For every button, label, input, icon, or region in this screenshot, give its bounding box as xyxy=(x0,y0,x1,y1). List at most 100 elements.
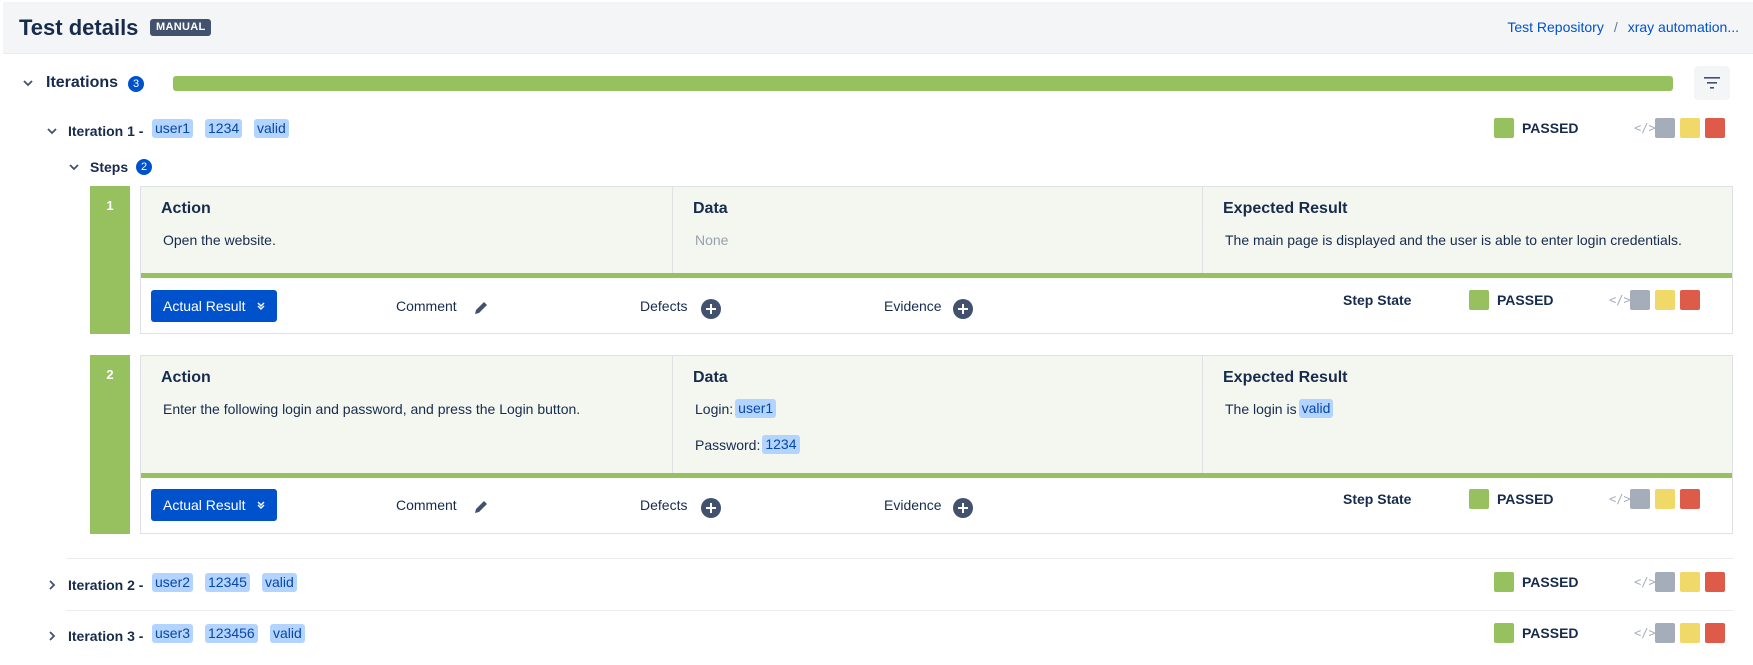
evidence-label: Evidence xyxy=(884,497,942,513)
code-icon[interactable]: </> xyxy=(1634,575,1656,589)
status-failed-button[interactable] xyxy=(1705,623,1725,643)
chevron-right-icon[interactable] xyxy=(44,628,60,644)
step-status: PASSED xyxy=(1469,489,1554,509)
row-divider xyxy=(66,558,1733,559)
iteration-title: Iteration 3 - xyxy=(68,628,144,644)
parameter-tag: user2 xyxy=(152,573,194,592)
steps-title: Steps xyxy=(90,159,129,175)
comment-label: Comment xyxy=(396,497,457,513)
chevron-down-icon[interactable] xyxy=(44,123,60,139)
data-column: Data None xyxy=(673,187,1203,273)
action-header: Action xyxy=(161,369,211,386)
actual-result-label: Actual Result xyxy=(163,298,246,314)
chevron-double-down-icon xyxy=(257,501,265,509)
step-state-label: Step State xyxy=(1343,491,1412,507)
action-text: Open the website. xyxy=(163,232,276,248)
pencil-icon[interactable] xyxy=(472,498,490,516)
parameter-tag: user3 xyxy=(152,624,194,643)
parameter-tag: valid xyxy=(254,119,289,138)
status-executing-button[interactable] xyxy=(1655,290,1675,310)
iteration-status: PASSED xyxy=(1494,572,1579,592)
code-icon[interactable]: </> xyxy=(1634,121,1656,135)
status-failed-button[interactable] xyxy=(1680,489,1700,509)
plus-circle-icon[interactable] xyxy=(701,498,721,518)
actual-result-button[interactable]: Actual Result xyxy=(151,489,278,521)
iterations-progress-bar xyxy=(173,76,1673,91)
actual-result-label: Actual Result xyxy=(163,497,246,513)
breadcrumb-separator: / xyxy=(1613,19,1618,35)
action-header: Action xyxy=(161,200,211,217)
filter-icon xyxy=(1704,77,1720,89)
breadcrumb: Test Repository / xray automation... xyxy=(1507,19,1739,35)
parameter-tag: 1234 xyxy=(205,119,243,138)
status-color-box xyxy=(1469,489,1489,509)
status-failed-button[interactable] xyxy=(1705,118,1725,138)
status-color-box xyxy=(1494,572,1514,592)
parameter-tag: valid xyxy=(262,573,297,592)
step-definition: Action Enter the following login and pas… xyxy=(141,356,1732,478)
expected-text: The login is xyxy=(1225,400,1297,417)
row-divider xyxy=(66,610,1733,611)
plus-circle-icon[interactable] xyxy=(953,299,973,319)
quick-status-buttons: </> xyxy=(1634,572,1725,592)
chevron-right-icon[interactable] xyxy=(44,577,60,593)
status-executing-button[interactable] xyxy=(1680,572,1700,592)
status-executing-button[interactable] xyxy=(1655,489,1675,509)
status-failed-button[interactable] xyxy=(1705,572,1725,592)
step-state-label: Step State xyxy=(1343,292,1412,308)
parameter-tag: valid xyxy=(1298,399,1334,418)
status-todo-button[interactable] xyxy=(1655,572,1675,592)
expected-column: Expected Result The main page is display… xyxy=(1203,187,1734,273)
iterations-count: 3 xyxy=(128,76,145,92)
parameter-tag: 123456 xyxy=(205,624,258,643)
chevron-down-icon[interactable] xyxy=(20,75,36,91)
status-label: PASSED xyxy=(1522,625,1579,641)
status-label: PASSED xyxy=(1522,120,1579,136)
step-quick-status-buttons: </> xyxy=(1609,290,1700,310)
defects-label: Defects xyxy=(640,497,688,513)
expected-line: The login is valid xyxy=(1225,399,1334,418)
status-label: PASSED xyxy=(1497,292,1554,308)
chevron-down-icon[interactable] xyxy=(66,159,82,175)
status-todo-button[interactable] xyxy=(1630,290,1650,310)
filter-button[interactable] xyxy=(1694,66,1730,100)
page-title: Test details xyxy=(19,15,139,40)
steps-count: 2 xyxy=(136,159,153,175)
status-executing-button[interactable] xyxy=(1680,623,1700,643)
status-color-box xyxy=(1494,623,1514,643)
data-header: Data xyxy=(693,369,728,386)
parameter-tag: user1 xyxy=(152,119,194,138)
iteration-status: PASSED xyxy=(1494,623,1579,643)
pencil-icon[interactable] xyxy=(472,299,490,317)
action-column: Action Open the website. xyxy=(141,187,673,273)
evidence-label: Evidence xyxy=(884,298,942,314)
status-executing-button[interactable] xyxy=(1680,118,1700,138)
iteration-title: Iteration 2 - xyxy=(68,577,144,593)
iteration-title: Iteration 1 - xyxy=(68,123,144,139)
comment-label: Comment xyxy=(396,298,457,314)
step-number: 1 xyxy=(90,186,130,334)
parameter-tag: 12345 xyxy=(205,573,250,592)
manual-badge: MANUAL xyxy=(150,19,212,36)
plus-circle-icon[interactable] xyxy=(701,299,721,319)
data-header: Data xyxy=(693,200,728,217)
actual-result-button[interactable]: Actual Result xyxy=(151,290,278,322)
step-number: 2 xyxy=(90,355,130,534)
code-icon[interactable]: </> xyxy=(1609,293,1631,307)
expected-header: Expected Result xyxy=(1223,369,1348,386)
step-status: PASSED xyxy=(1469,290,1554,310)
data-text: None xyxy=(695,232,729,248)
status-todo-button[interactable] xyxy=(1630,489,1650,509)
step-card: Action Open the website. Data None Expec… xyxy=(140,186,1733,334)
breadcrumb-current[interactable]: xray automation... xyxy=(1628,19,1739,35)
quick-status-buttons: </> xyxy=(1634,118,1725,138)
breadcrumb-test-repository[interactable]: Test Repository xyxy=(1507,19,1603,35)
status-failed-button[interactable] xyxy=(1680,290,1700,310)
code-icon[interactable]: </> xyxy=(1634,626,1656,640)
status-label: PASSED xyxy=(1522,574,1579,590)
code-icon[interactable]: </> xyxy=(1609,492,1631,506)
expected-header: Expected Result xyxy=(1223,200,1348,217)
plus-circle-icon[interactable] xyxy=(953,498,973,518)
status-todo-button[interactable] xyxy=(1655,623,1675,643)
status-todo-button[interactable] xyxy=(1655,118,1675,138)
